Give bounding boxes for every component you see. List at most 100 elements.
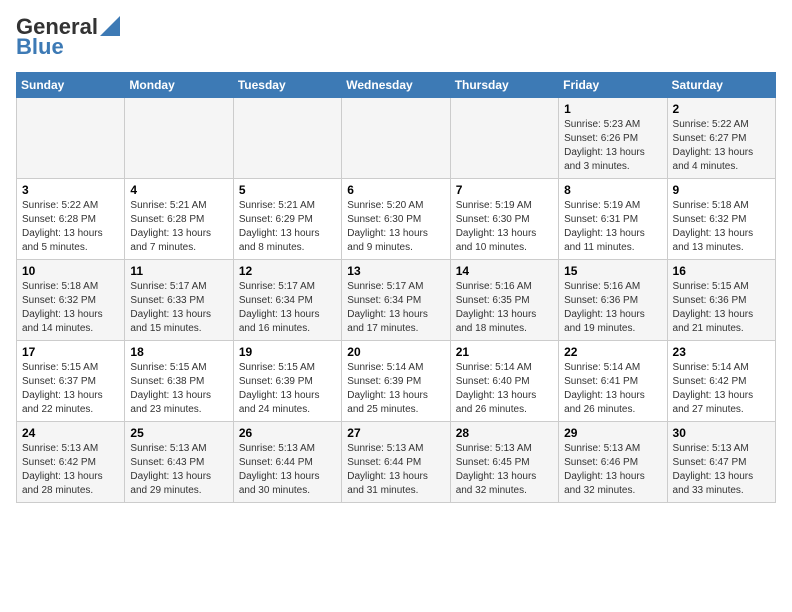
day-number: 24 <box>22 426 119 440</box>
calendar-cell: 18Sunrise: 5:15 AM Sunset: 6:38 PM Dayli… <box>125 341 233 422</box>
day-number: 26 <box>239 426 336 440</box>
day-number: 30 <box>673 426 770 440</box>
day-info: Sunrise: 5:17 AM Sunset: 6:33 PM Dayligh… <box>130 280 227 336</box>
day-info: Sunrise: 5:13 AM Sunset: 6:44 PM Dayligh… <box>239 442 336 498</box>
calendar-cell: 16 Sunrise: 5:15 AM Sunset: 6:36 PM Dayli… <box>667 260 775 341</box>
day-info: Sunrise: 5:22 AM Sunset: 6:28 PM Dayligh… <box>22 199 119 255</box>
calendar-cell <box>125 98 233 179</box>
calendar-cell: 1Sunrise: 5:23 AM Sunset: 6:26 PM Daylig… <box>559 98 667 179</box>
day-number: 2 <box>673 102 770 116</box>
day-number: 22 <box>564 345 661 359</box>
calendar-cell <box>233 98 341 179</box>
calendar-cell: 13Sunrise: 5:17 AM Sunset: 6:34 PM Dayli… <box>342 260 450 341</box>
calendar-week-5: 24Sunrise: 5:13 AM Sunset: 6:42 PM Dayli… <box>17 422 776 503</box>
calendar-cell: 29 Sunrise: 5:13 AM Sunset: 6:46 PM Dayli… <box>559 422 667 503</box>
day-number: 21 <box>456 345 553 359</box>
day-number: 14 <box>456 264 553 278</box>
calendar-week-3: 10 Sunrise: 5:18 AM Sunset: 6:32 PM Dayli… <box>17 260 776 341</box>
weekday-header-thursday: Thursday <box>450 73 558 98</box>
calendar-cell: 11 Sunrise: 5:17 AM Sunset: 6:33 PM Dayli… <box>125 260 233 341</box>
calendar-cell: 19 Sunrise: 5:15 AM Sunset: 6:39 PM Dayli… <box>233 341 341 422</box>
day-info: Sunrise: 5:15 AM Sunset: 6:36 PM Dayligh… <box>673 280 770 336</box>
day-number: 13 <box>347 264 444 278</box>
day-info: Sunrise: 5:14 AM Sunset: 6:42 PM Dayligh… <box>673 361 770 417</box>
day-info: Sunrise: 5:15 AM Sunset: 6:39 PM Dayligh… <box>239 361 336 417</box>
day-number: 17 <box>22 345 119 359</box>
weekday-header-friday: Friday <box>559 73 667 98</box>
calendar-cell: 22 Sunrise: 5:14 AM Sunset: 6:41 PM Dayli… <box>559 341 667 422</box>
day-number: 12 <box>239 264 336 278</box>
day-info: Sunrise: 5:15 AM Sunset: 6:37 PM Dayligh… <box>22 361 119 417</box>
calendar-cell: 20 Sunrise: 5:14 AM Sunset: 6:39 PM Dayli… <box>342 341 450 422</box>
calendar-cell: 12 Sunrise: 5:17 AM Sunset: 6:34 PM Dayli… <box>233 260 341 341</box>
day-info: Sunrise: 5:13 AM Sunset: 6:47 PM Dayligh… <box>673 442 770 498</box>
day-number: 10 <box>22 264 119 278</box>
day-info: Sunrise: 5:13 AM Sunset: 6:45 PM Dayligh… <box>456 442 553 498</box>
day-number: 6 <box>347 183 444 197</box>
day-number: 11 <box>130 264 227 278</box>
day-number: 18 <box>130 345 227 359</box>
day-number: 1 <box>564 102 661 116</box>
day-info: Sunrise: 5:19 AM Sunset: 6:30 PM Dayligh… <box>456 199 553 255</box>
day-number: 20 <box>347 345 444 359</box>
weekday-header-tuesday: Tuesday <box>233 73 341 98</box>
calendar-cell: 7 Sunrise: 5:19 AM Sunset: 6:30 PM Daylig… <box>450 179 558 260</box>
weekday-header-wednesday: Wednesday <box>342 73 450 98</box>
calendar-cell: 23Sunrise: 5:14 AM Sunset: 6:42 PM Dayli… <box>667 341 775 422</box>
calendar-cell: 28 Sunrise: 5:13 AM Sunset: 6:45 PM Dayli… <box>450 422 558 503</box>
day-info: Sunrise: 5:19 AM Sunset: 6:31 PM Dayligh… <box>564 199 661 255</box>
calendar-cell: 3 Sunrise: 5:22 AM Sunset: 6:28 PM Daylig… <box>17 179 125 260</box>
day-info: Sunrise: 5:13 AM Sunset: 6:44 PM Dayligh… <box>347 442 444 498</box>
day-info: Sunrise: 5:17 AM Sunset: 6:34 PM Dayligh… <box>239 280 336 336</box>
calendar-cell <box>17 98 125 179</box>
calendar-cell: 8 Sunrise: 5:19 AM Sunset: 6:31 PM Daylig… <box>559 179 667 260</box>
day-number: 7 <box>456 183 553 197</box>
day-number: 29 <box>564 426 661 440</box>
day-info: Sunrise: 5:14 AM Sunset: 6:40 PM Dayligh… <box>456 361 553 417</box>
day-info: Sunrise: 5:14 AM Sunset: 6:39 PM Dayligh… <box>347 361 444 417</box>
day-info: Sunrise: 5:14 AM Sunset: 6:41 PM Dayligh… <box>564 361 661 417</box>
day-number: 25 <box>130 426 227 440</box>
calendar-week-1: 1Sunrise: 5:23 AM Sunset: 6:26 PM Daylig… <box>17 98 776 179</box>
day-info: Sunrise: 5:16 AM Sunset: 6:35 PM Dayligh… <box>456 280 553 336</box>
calendar-cell: 14 Sunrise: 5:16 AM Sunset: 6:35 PM Dayli… <box>450 260 558 341</box>
day-info: Sunrise: 5:18 AM Sunset: 6:32 PM Dayligh… <box>673 199 770 255</box>
calendar-week-2: 3 Sunrise: 5:22 AM Sunset: 6:28 PM Daylig… <box>17 179 776 260</box>
day-number: 19 <box>239 345 336 359</box>
calendar-cell: 26 Sunrise: 5:13 AM Sunset: 6:44 PM Dayli… <box>233 422 341 503</box>
day-info: Sunrise: 5:21 AM Sunset: 6:28 PM Dayligh… <box>130 199 227 255</box>
calendar-header-row: SundayMondayTuesdayWednesdayThursdayFrid… <box>17 73 776 98</box>
calendar-cell: 4 Sunrise: 5:21 AM Sunset: 6:28 PM Daylig… <box>125 179 233 260</box>
calendar-cell: 15Sunrise: 5:16 AM Sunset: 6:36 PM Dayli… <box>559 260 667 341</box>
logo-icon <box>100 16 120 36</box>
day-number: 8 <box>564 183 661 197</box>
calendar-cell: 9 Sunrise: 5:18 AM Sunset: 6:32 PM Daylig… <box>667 179 775 260</box>
weekday-header-monday: Monday <box>125 73 233 98</box>
calendar-cell: 30 Sunrise: 5:13 AM Sunset: 6:47 PM Dayli… <box>667 422 775 503</box>
day-info: Sunrise: 5:13 AM Sunset: 6:46 PM Dayligh… <box>564 442 661 498</box>
weekday-header-saturday: Saturday <box>667 73 775 98</box>
day-info: Sunrise: 5:18 AM Sunset: 6:32 PM Dayligh… <box>22 280 119 336</box>
day-number: 3 <box>22 183 119 197</box>
page-header: General Blue <box>16 16 776 60</box>
calendar-cell: 6Sunrise: 5:20 AM Sunset: 6:30 PM Daylig… <box>342 179 450 260</box>
calendar-cell: 2 Sunrise: 5:22 AM Sunset: 6:27 PM Daylig… <box>667 98 775 179</box>
calendar-table: SundayMondayTuesdayWednesdayThursdayFrid… <box>16 72 776 503</box>
day-number: 4 <box>130 183 227 197</box>
day-number: 16 <box>673 264 770 278</box>
day-number: 9 <box>673 183 770 197</box>
weekday-header-sunday: Sunday <box>17 73 125 98</box>
day-info: Sunrise: 5:22 AM Sunset: 6:27 PM Dayligh… <box>673 118 770 174</box>
day-number: 28 <box>456 426 553 440</box>
day-number: 15 <box>564 264 661 278</box>
calendar-cell: 24Sunrise: 5:13 AM Sunset: 6:42 PM Dayli… <box>17 422 125 503</box>
calendar-cell: 25 Sunrise: 5:13 AM Sunset: 6:43 PM Dayli… <box>125 422 233 503</box>
calendar-cell: 10 Sunrise: 5:18 AM Sunset: 6:32 PM Dayli… <box>17 260 125 341</box>
calendar-cell: 17 Sunrise: 5:15 AM Sunset: 6:37 PM Dayli… <box>17 341 125 422</box>
calendar-cell: 5Sunrise: 5:21 AM Sunset: 6:29 PM Daylig… <box>233 179 341 260</box>
calendar-cell <box>450 98 558 179</box>
calendar-cell <box>342 98 450 179</box>
calendar-week-4: 17 Sunrise: 5:15 AM Sunset: 6:37 PM Dayli… <box>17 341 776 422</box>
logo: General Blue <box>16 16 120 60</box>
day-info: Sunrise: 5:13 AM Sunset: 6:43 PM Dayligh… <box>130 442 227 498</box>
